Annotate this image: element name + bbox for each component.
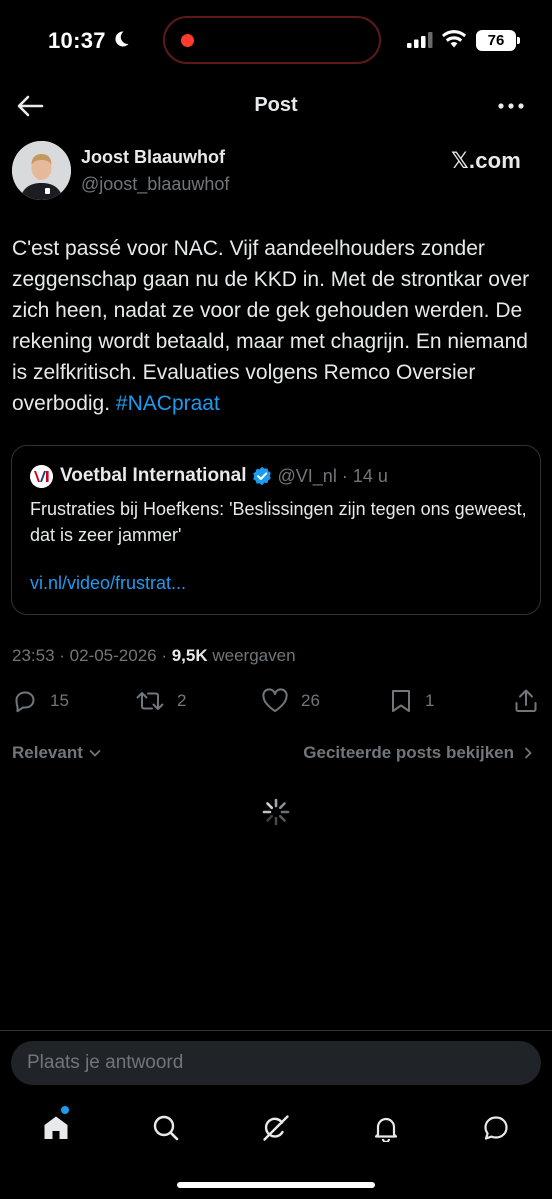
quoted-post-text: Frustraties bij Hoefkens: 'Beslissingen … <box>30 499 527 545</box>
battery-icon: 76 <box>476 30 520 51</box>
author-handle[interactable]: @joost_blaauwhof <box>81 174 229 195</box>
quoted-post-header: Voetbal International @VI_nl · 14 u <box>30 464 388 488</box>
hashtag-link[interactable]: #NACpraat <box>116 392 220 415</box>
reply-divider <box>0 1030 552 1031</box>
reply-count: 15 <box>50 691 69 710</box>
quoted-author-handle: @VI_nl · 14 u <box>277 465 388 486</box>
post-timestamp: 23:53 · 02-05-2026 · <box>12 646 172 665</box>
nav-messages[interactable] <box>476 1108 516 1148</box>
vi-logo-icon <box>30 464 53 488</box>
verified-badge-icon <box>252 466 272 486</box>
chevron-right-icon <box>525 747 532 759</box>
bookmark-button[interactable]: 1 <box>389 684 434 718</box>
quoted-post-link[interactable]: vi.nl/video/frustrat... <box>30 573 186 594</box>
status-bar: 10:37 76 <box>0 0 552 80</box>
reply-button[interactable]: 15 <box>12 684 69 718</box>
like-count: 26 <box>301 691 320 710</box>
post-body: C'est passé voor NAC. Vijf aandeelhouder… <box>12 237 530 415</box>
avatar-image <box>12 141 71 200</box>
page-title: Post <box>254 94 298 116</box>
view-quotes-link[interactable]: Geciteerde posts bekijken <box>303 743 536 763</box>
avatar[interactable] <box>12 141 71 200</box>
heart-icon <box>262 688 288 712</box>
quoted-author-name: Voetbal International <box>60 465 247 486</box>
author-name[interactable]: Joost Blaauwhof <box>81 147 225 168</box>
bookmark-count: 1 <box>425 691 435 710</box>
bottom-nav <box>0 1100 552 1156</box>
signal-icon <box>407 32 433 48</box>
nav-search[interactable] <box>146 1108 186 1148</box>
sort-dropdown[interactable]: Relevant <box>12 743 103 763</box>
recording-dot <box>181 34 194 47</box>
chevron-down-icon <box>89 750 101 757</box>
post-actions: 15 2 26 1 <box>0 684 552 718</box>
post-meta: 23:53 · 02-05-2026 · 9,5K weergaven <box>12 646 296 666</box>
search-icon <box>153 1115 179 1141</box>
post-header: Post <box>0 82 552 130</box>
moon-icon <box>115 31 129 47</box>
home-icon <box>44 1116 68 1139</box>
x-com-logo: 𝕏.com <box>451 148 522 173</box>
share-icon <box>515 689 537 712</box>
nav-notifications[interactable] <box>366 1108 406 1148</box>
grok-icon <box>263 1115 289 1141</box>
repost-icon <box>136 692 164 710</box>
nav-home[interactable] <box>36 1108 76 1148</box>
messages-icon <box>484 1116 508 1140</box>
wifi-icon <box>442 30 466 48</box>
view-quotes-label: Geciteerde posts bekijken <box>303 743 514 762</box>
like-button[interactable]: 26 <box>261 684 320 718</box>
sort-label: Relevant <box>12 743 83 762</box>
more-horizontal-icon[interactable] <box>496 94 526 118</box>
home-indicator <box>177 1182 375 1188</box>
repost-count: 2 <box>177 691 187 710</box>
post-text: C'est passé voor NAC. Vijf aandeelhouder… <box>12 233 542 419</box>
repost-button[interactable]: 2 <box>135 684 186 718</box>
views-count[interactable]: 9,5K <box>172 646 208 665</box>
share-button[interactable] <box>513 684 539 718</box>
dynamic-island <box>163 16 381 64</box>
home-notification-dot <box>61 1106 69 1114</box>
notifications-icon <box>374 1117 398 1142</box>
loading-spinner-icon <box>262 798 290 826</box>
nav-grok[interactable] <box>256 1108 296 1148</box>
quoted-post[interactable]: Voetbal International @VI_nl · 14 u Frus… <box>11 445 541 615</box>
status-time: 10:37 <box>48 28 106 53</box>
bookmark-icon <box>392 690 410 712</box>
views-label: weergaven <box>207 646 296 665</box>
reply-input[interactable] <box>11 1041 541 1085</box>
reply-icon <box>15 691 35 713</box>
